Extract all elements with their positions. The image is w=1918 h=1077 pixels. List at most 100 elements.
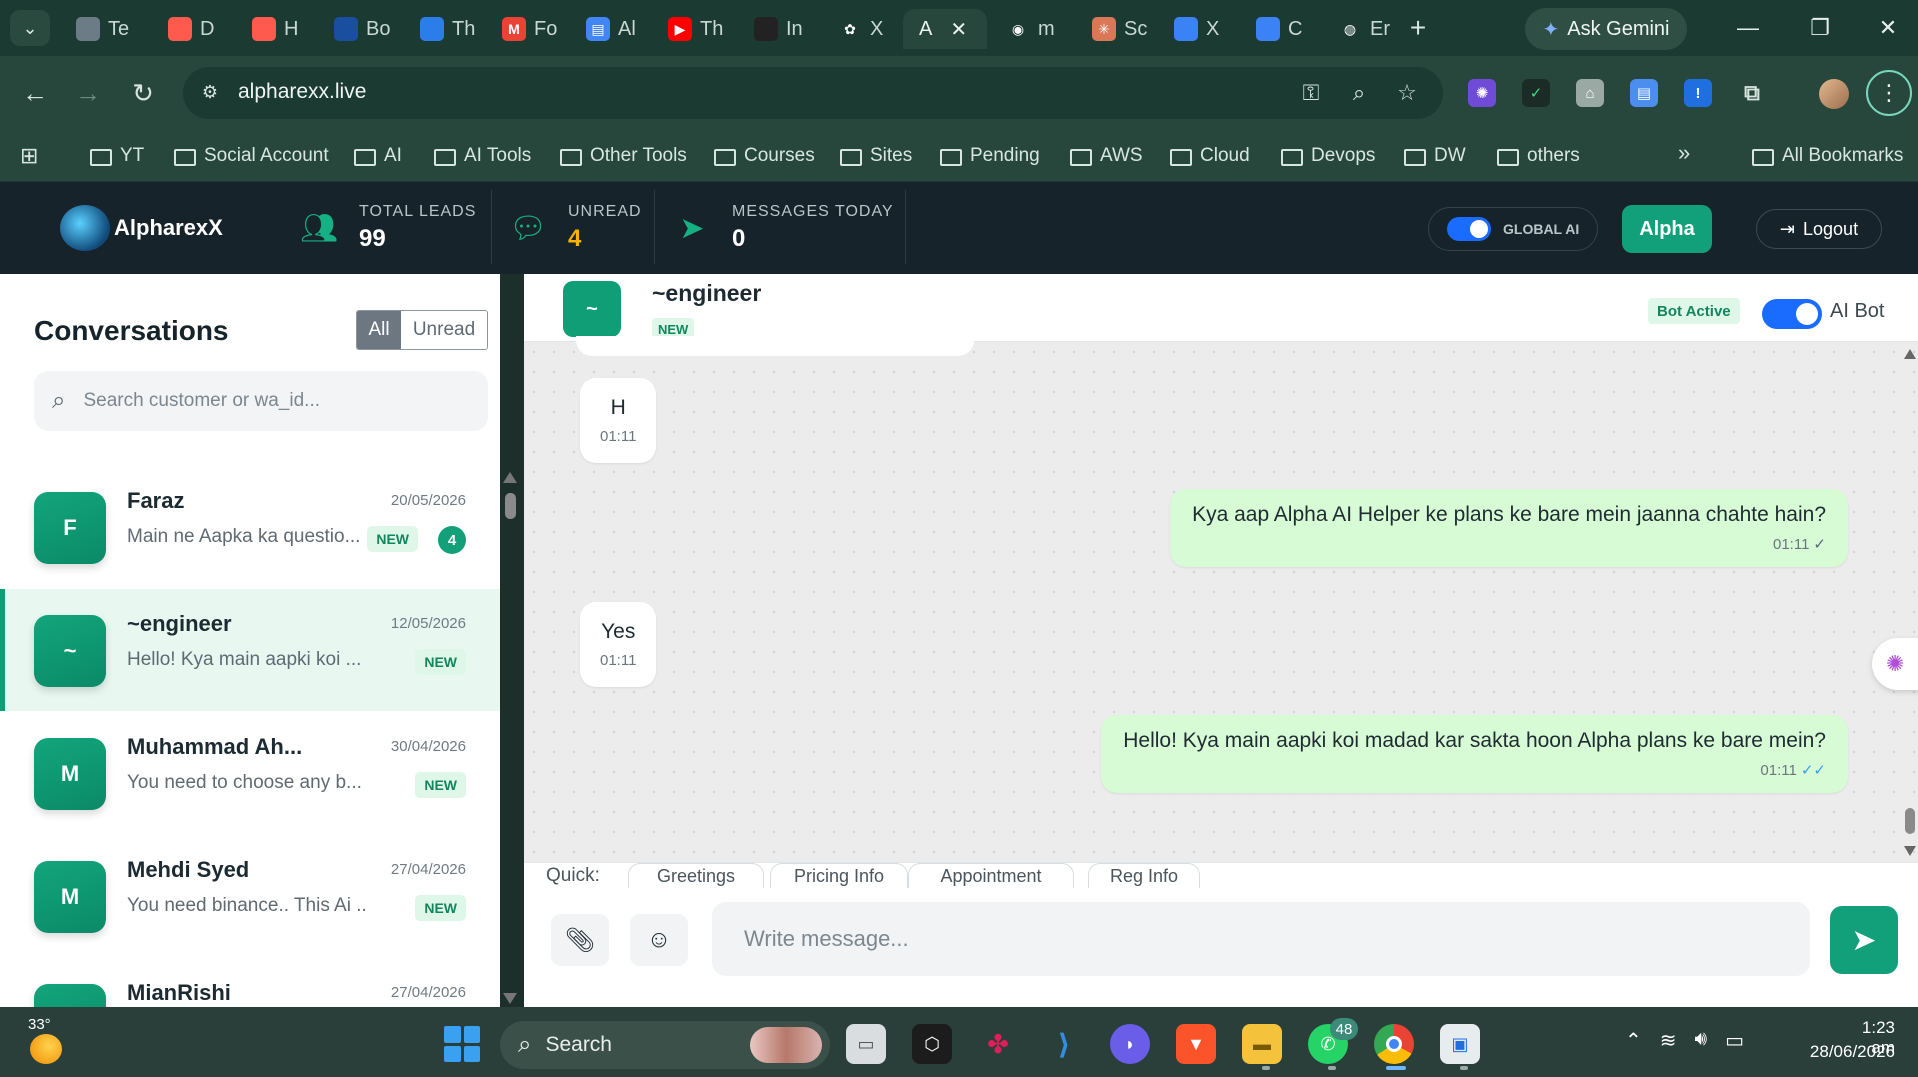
zoom-icon[interactable]: ⌕ <box>1344 79 1374 107</box>
browser-tab[interactable]: M Fo <box>486 9 562 49</box>
quick-reply-chip[interactable]: Reg Info <box>1088 863 1200 889</box>
ai-bot-toggle[interactable] <box>1762 299 1822 329</box>
more-bookmarks-chevron-icon[interactable]: » <box>1678 140 1690 166</box>
browser-tab[interactable]: ✳ Sc <box>1076 9 1150 49</box>
all-bookmarks-folder[interactable]: All Bookmarks <box>1752 138 1903 174</box>
file-explorer-icon[interactable]: ▬ <box>1242 1024 1282 1064</box>
browser-tab[interactable]: In <box>738 9 814 49</box>
conversation-item[interactable]: ~ ~engineer 12/05/2026 Hello! Kya main aapk… <box>0 589 500 711</box>
browser-tab[interactable]: ▶ Th <box>652 9 730 49</box>
browser-tab[interactable]: C <box>1240 9 1314 49</box>
chrome-icon[interactable] <box>1374 1024 1414 1064</box>
ask-gemini-button[interactable]: ✦ Ask Gemini <box>1525 8 1687 50</box>
bookmark-star-icon[interactable]: ☆ <box>1392 79 1422 107</box>
bookmark-folder[interactable]: Other Tools <box>560 138 687 174</box>
browser-menu-button[interactable]: ⋮ <box>1866 70 1912 116</box>
browser-tab[interactable]: Bo <box>318 9 396 49</box>
bookmark-folder[interactable]: AI <box>354 138 402 174</box>
attach-button[interactable]: 📎︎ <box>551 914 609 966</box>
logout-button[interactable]: ⇥ Logout <box>1756 209 1882 249</box>
chat-scroll-down[interactable] <box>1904 846 1916 856</box>
task-view-icon[interactable]: ▭ <box>846 1024 886 1064</box>
start-button[interactable] <box>444 1026 480 1062</box>
incoming-message[interactable]: Yes 01:11 <box>580 602 657 687</box>
search-box[interactable]: ⌕ Search customer or wa_id... <box>34 371 488 431</box>
tray-chevron-up-icon[interactable]: ⌃ <box>1625 1028 1642 1053</box>
quick-reply-chip[interactable]: Pricing Info <box>770 863 908 889</box>
slack-icon[interactable]: ✤ <box>978 1024 1018 1064</box>
bookmark-folder[interactable]: YT <box>90 138 144 174</box>
app-window-icon[interactable]: ▣ <box>1440 1024 1480 1064</box>
bookmark-folder[interactable]: AI Tools <box>434 138 531 174</box>
browser-tab[interactable]: ▤ Al <box>570 9 644 49</box>
outgoing-message[interactable]: Kya aap Alpha AI Helper ke plans ke bare… <box>1170 489 1848 567</box>
app-cube-icon[interactable]: ⬡ <box>912 1024 952 1064</box>
battery-icon[interactable]: ▭ <box>1725 1028 1744 1053</box>
extensions-puzzle-icon[interactable]: ⧉ <box>1738 79 1766 107</box>
bookmark-folder[interactable]: Pending <box>940 138 1040 174</box>
conversation-item[interactable]: M Muhammad Ah... 30/04/2026 You need to cho… <box>0 712 500 834</box>
close-window-button[interactable]: ✕ <box>1864 8 1912 48</box>
site-info-icon[interactable]: ⚙ <box>197 79 223 105</box>
sidebar-scroll-up[interactable] <box>503 472 517 483</box>
browser-tab[interactable]: H <box>236 9 310 49</box>
browser-tab[interactable]: ✿ X <box>822 9 894 49</box>
bookmark-folder[interactable]: others <box>1497 138 1580 174</box>
clock-date[interactable]: 28/06/2026 <box>1795 1042 1895 1062</box>
extension-shield-icon[interactable]: ! <box>1684 79 1712 107</box>
new-tab-button[interactable]: + <box>1400 10 1436 46</box>
quick-reply-chip[interactable]: Greetings <box>628 863 764 889</box>
browser-tab[interactable]: Te <box>60 9 144 49</box>
incoming-message[interactable]: H 01:11 <box>580 378 657 463</box>
emoji-button[interactable]: ☺ <box>630 914 688 966</box>
send-button[interactable]: ➤ <box>1830 906 1898 974</box>
back-button[interactable]: ← <box>15 73 55 113</box>
tab-search-button[interactable]: ⌄ <box>10 10 50 46</box>
filter-unread-button[interactable]: Unread <box>401 311 487 349</box>
search-input[interactable]: Search customer or wa_id... <box>83 390 320 412</box>
filter-all-button[interactable]: All <box>357 311 401 349</box>
bookmark-folder[interactable]: Social Account <box>174 138 329 174</box>
alpha-button[interactable]: Alpha <box>1622 205 1712 253</box>
weather-sun-icon[interactable] <box>30 1034 62 1064</box>
weather-temp[interactable]: 33° <box>28 1016 51 1033</box>
bookmark-folder[interactable]: Sites <box>840 138 912 174</box>
chat-scroll-up[interactable] <box>1904 349 1916 359</box>
bookmark-folder[interactable]: Courses <box>714 138 815 174</box>
global-ai-toggle[interactable]: GLOBAL AI <box>1428 207 1598 251</box>
outgoing-message[interactable]: Hello! Kya main aapki koi madad kar sakt… <box>1101 715 1848 793</box>
reload-button[interactable]: ↻ <box>123 73 163 113</box>
extension-check-icon[interactable]: ✓ <box>1522 79 1550 107</box>
sidebar-scroll-down[interactable] <box>503 993 517 1004</box>
browser-tab[interactable]: A ✕ <box>903 9 987 49</box>
browser-tab[interactable]: ◉ m <box>990 9 1068 49</box>
conversation-item[interactable]: F Faraz 20/05/2026 Main ne Aapka ka questio… <box>0 466 500 588</box>
bookmark-folder[interactable]: Devops <box>1281 138 1375 174</box>
message-input[interactable] <box>712 902 1810 976</box>
taskbar-search[interactable]: ⌕ Search <box>500 1021 830 1069</box>
conversation-item[interactable]: MianRishi 27/04/2026 <box>0 958 500 1007</box>
copilot-icon[interactable]: ◗ <box>1110 1024 1150 1064</box>
chat-scrollbar-thumb[interactable] <box>1905 808 1915 834</box>
extension-doc-icon[interactable]: ▤ <box>1630 79 1658 107</box>
bookmark-folder[interactable]: Cloud <box>1170 138 1250 174</box>
global-ai-switch[interactable] <box>1447 217 1491 241</box>
browser-tab[interactable]: ◍ Er <box>1322 9 1394 49</box>
bookmark-folder[interactable]: AWS <box>1070 138 1143 174</box>
close-tab-icon[interactable]: ✕ <box>950 17 967 42</box>
sidebar-scrollbar-thumb[interactable] <box>505 493 516 519</box>
browser-tab[interactable]: D <box>152 9 228 49</box>
password-key-icon[interactable]: ⚿ <box>1296 79 1326 107</box>
wifi-icon[interactable]: ≋ <box>1660 1028 1677 1053</box>
apps-grid-icon[interactable]: ⊞ <box>20 143 38 169</box>
url-text[interactable]: alpharexx.live <box>238 78 366 106</box>
bookmark-folder[interactable]: DW <box>1404 138 1466 174</box>
address-bar[interactable] <box>183 67 1443 119</box>
vscode-icon[interactable]: ⟩ <box>1044 1024 1084 1064</box>
extension-brain-icon[interactable]: ✺ <box>1468 79 1496 107</box>
forward-button[interactable]: → <box>68 73 108 113</box>
volume-icon[interactable]: 🔊︎ <box>1695 1028 1708 1053</box>
conversation-item[interactable]: M Mehdi Syed 27/04/2026 You need binance.. … <box>0 835 500 957</box>
app-logo[interactable]: AlpharexX <box>60 203 230 253</box>
extension-home-icon[interactable]: ⌂ <box>1576 79 1604 107</box>
